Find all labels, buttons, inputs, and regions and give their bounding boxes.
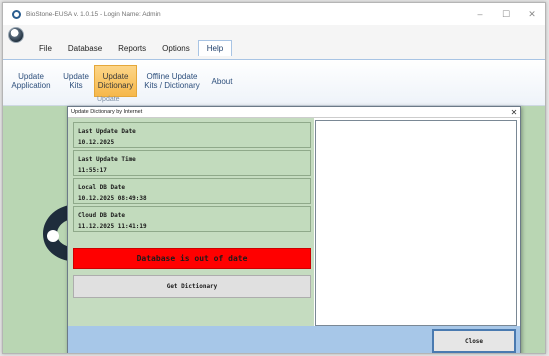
ribbon-group-label: Update (97, 96, 120, 103)
title-bar: BioStone-EUSA v. 1.0.15 - Login Name: Ad… (3, 3, 545, 25)
menu-help[interactable]: Help (197, 40, 233, 56)
local-db-date-label: Local DB Date (78, 184, 125, 191)
last-update-time-label: Last Update Time (78, 156, 136, 163)
log-panel[interactable] (315, 120, 517, 326)
window-controls: – ☐ ✕ (467, 3, 545, 25)
update-dictionary-button[interactable]: Update Dictionary (94, 65, 137, 97)
minimize-button[interactable]: – (467, 3, 493, 25)
about-button[interactable]: About (207, 65, 237, 97)
offline-update-line1: Offline Update (146, 72, 198, 81)
update-kits-line2: Kits (69, 81, 83, 90)
close-button[interactable]: Close (432, 329, 516, 353)
update-dictionary-line2: Dictionary (97, 81, 134, 90)
menu-file[interactable]: File (31, 40, 60, 56)
dialog-title: Update Dictionary by Internet (71, 109, 143, 115)
main-window: BioStone-EUSA v. 1.0.15 - Login Name: Ad… (2, 2, 546, 354)
update-kits-line1: Update (63, 72, 89, 81)
about-label: About (211, 76, 233, 86)
update-application-line1: Update (18, 72, 44, 81)
cloud-db-date-box: Cloud DB Date 11.12.2025 11:41:19 (73, 206, 311, 232)
last-update-date-value: 10.12.2025 (78, 139, 115, 146)
menu-bar: File Database Reports Options Help (3, 25, 545, 59)
dialog-close-icon[interactable]: ✕ (508, 108, 520, 117)
status-banner: Database is out of date (73, 248, 311, 269)
dialog-footer: Close (68, 326, 520, 353)
update-dictionary-dialog: Update Dictionary by Internet ✕ Last Upd… (67, 106, 521, 353)
cloud-db-date-value: 11.12.2025 11:41:19 (78, 223, 147, 230)
last-update-time-box: Last Update Time 11:55:17 (73, 150, 311, 176)
info-pane: Last Update Date 10.12.2025 Last Update … (68, 118, 314, 326)
update-dictionary-line1: Update (102, 72, 129, 81)
local-db-date-box: Local DB Date 10.12.2025 08:49:38 (73, 178, 311, 204)
update-application-line2: Application (11, 81, 51, 90)
update-kits-button[interactable]: Update Kits (61, 65, 91, 97)
dialog-title-bar: Update Dictionary by Internet ✕ (68, 107, 520, 118)
offline-update-button[interactable]: Offline Update Kits / Dictionary (140, 65, 204, 97)
menu-tabs: File Database Reports Options Help (31, 40, 233, 56)
app-logo-icon (12, 9, 21, 19)
application-menu-icon[interactable] (8, 27, 24, 43)
local-db-date-value: 10.12.2025 08:49:38 (78, 195, 147, 202)
maximize-button[interactable]: ☐ (493, 3, 519, 25)
offline-update-line2: Kits / Dictionary (144, 81, 200, 90)
window-title: BioStone-EUSA v. 1.0.15 - Login Name: Ad… (26, 10, 161, 18)
update-application-button[interactable]: Update Application (5, 65, 57, 97)
last-update-date-label: Last Update Date (78, 128, 136, 135)
close-window-button[interactable]: ✕ (519, 3, 545, 25)
get-dictionary-button[interactable]: Get Dictionary (73, 275, 311, 298)
cloud-db-date-label: Cloud DB Date (78, 212, 125, 219)
menu-database[interactable]: Database (60, 40, 110, 56)
menu-options[interactable]: Options (154, 40, 198, 56)
last-update-date-box: Last Update Date 10.12.2025 (73, 122, 311, 148)
last-update-time-value: 11:55:17 (78, 167, 107, 174)
menu-reports[interactable]: Reports (110, 40, 154, 56)
ribbon-toolbar: Update Application Update Kits Update Di… (3, 59, 545, 106)
